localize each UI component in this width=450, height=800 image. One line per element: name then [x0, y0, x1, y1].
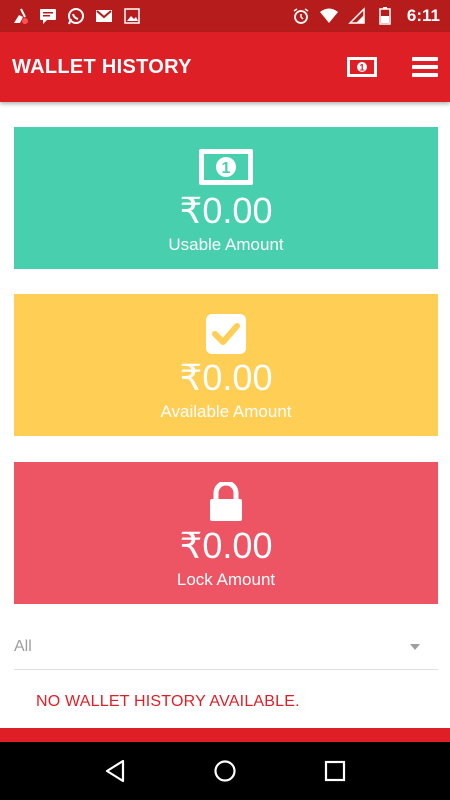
checkbox-icon [205, 314, 247, 354]
system-nav-bar [0, 742, 450, 800]
available-amount-value: ₹0.00 [179, 357, 273, 398]
battery-icon [375, 7, 395, 25]
alarm-icon [291, 7, 311, 25]
empty-history-message: NO WALLET HISTORY AVAILABLE. [36, 693, 300, 710]
lock-amount-label: Lock Amount [176, 570, 276, 589]
lock-amount-card[interactable]: ₹0.00 Lock Amount [14, 462, 438, 604]
bottom-banner [0, 728, 450, 742]
available-amount-card[interactable]: ₹0.00 Available Amount [14, 294, 438, 436]
signal-icon [347, 7, 367, 25]
status-right-icons: 6:11 [291, 6, 440, 26]
menu-icon[interactable] [412, 56, 438, 78]
usable-amount-label: Usable Amount [168, 235, 284, 254]
usable-amount-card[interactable]: 1 ₹0.00 Usable Amount [14, 127, 438, 269]
lock-icon [208, 482, 244, 522]
available-amount-label: Available Amount [160, 402, 292, 421]
app-bar: WALLET HISTORY 1 [0, 32, 450, 102]
money-icon[interactable]: 1 [346, 56, 378, 78]
money-icon: 1 [198, 147, 254, 187]
status-left-icons [10, 7, 142, 25]
app-bar-actions: 1 [346, 56, 438, 78]
usable-amount-value: ₹0.00 [179, 190, 273, 231]
page-title: WALLET HISTORY [12, 55, 192, 78]
lock-amount-value: ₹0.00 [179, 525, 273, 566]
back-icon[interactable] [104, 759, 126, 783]
status-time: 6:11 [406, 6, 440, 25]
whatsapp-icon [66, 7, 86, 25]
message-icon [38, 7, 58, 25]
filter-selected-value: All [14, 637, 32, 655]
svg-text:1: 1 [359, 63, 364, 73]
cleaner-icon [10, 7, 30, 25]
image-icon [122, 7, 142, 25]
svg-text:1: 1 [222, 160, 231, 177]
history-filter-select[interactable]: All [14, 624, 438, 670]
gmail-icon [94, 7, 114, 25]
status-bar: 6:11 [0, 0, 450, 32]
recents-icon[interactable] [324, 760, 346, 782]
chevron-down-icon [410, 643, 420, 650]
wifi-icon [319, 7, 339, 25]
home-icon[interactable] [213, 759, 237, 783]
